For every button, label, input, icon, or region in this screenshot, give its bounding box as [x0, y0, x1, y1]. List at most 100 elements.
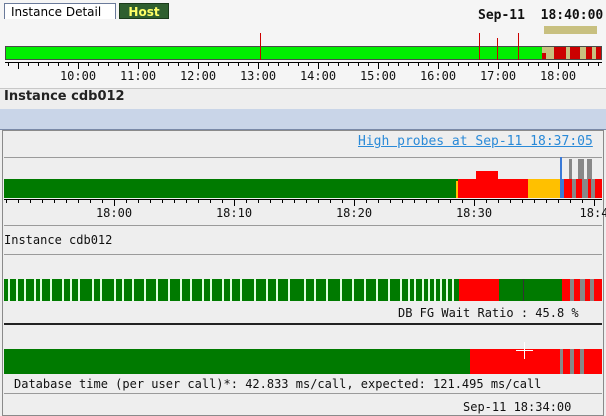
idle-gap — [452, 279, 454, 301]
axis-tick — [568, 62, 569, 66]
overview-timestamp: Sep-11 18:40:00 — [478, 8, 604, 23]
high-probes-link[interactable]: High probes at Sep-11 18:37:05 — [358, 134, 593, 149]
critical-segment — [459, 279, 499, 301]
alert-segment — [570, 47, 580, 59]
axis-tick — [228, 62, 229, 66]
no-data-spike — [569, 159, 572, 179]
axis-tick — [388, 62, 389, 66]
axis-tick — [546, 199, 547, 203]
axis-tick — [378, 62, 379, 69]
selected-window-highlight — [544, 26, 597, 34]
activity-bar[interactable] — [4, 279, 602, 301]
alert-segment — [542, 53, 546, 59]
alert-segment — [586, 47, 592, 59]
axis-tick — [28, 62, 29, 66]
axis-tick — [558, 62, 559, 69]
detail-status-bar[interactable] — [4, 179, 602, 198]
axis-tick — [308, 62, 309, 66]
db-time-label: Database time (per user call)*: 42.833 m… — [14, 377, 542, 391]
axis-tick — [54, 199, 55, 203]
axis-tick — [222, 199, 223, 203]
idle-gap — [16, 279, 18, 301]
tab-bar — [0, 109, 606, 130]
axis-tick — [548, 62, 549, 66]
idle-gap — [428, 279, 430, 301]
idle-gap — [288, 279, 290, 301]
no-data-segment — [580, 279, 585, 301]
axis-tick — [66, 199, 67, 203]
idle-gap — [326, 279, 328, 301]
idle-gap — [276, 279, 278, 301]
idle-gap — [422, 279, 424, 301]
idle-gap — [50, 279, 52, 301]
idle-gap — [210, 279, 212, 301]
critical-segment — [458, 179, 530, 198]
axis-tick — [458, 62, 459, 66]
idle-gap — [222, 279, 224, 301]
critical-peak — [476, 171, 498, 179]
axis-tick-label: 18:30 — [455, 206, 493, 220]
axis-tick — [318, 62, 319, 69]
overview-status-strip[interactable] — [5, 46, 602, 60]
axis-tick — [18, 199, 19, 203]
crosshair-cursor-icon — [524, 342, 525, 359]
idle-gap — [376, 279, 378, 301]
axis-tick — [358, 62, 359, 66]
divider — [4, 323, 602, 325]
idle-gap — [446, 279, 448, 301]
axis-tick — [348, 62, 349, 66]
db-time-bar[interactable] — [4, 349, 602, 374]
no-data-segment — [580, 349, 584, 374]
axis-tick — [578, 62, 579, 66]
idle-gap — [168, 279, 170, 301]
axis-tick-label: 18:4 — [579, 206, 606, 220]
idle-gap — [364, 279, 366, 301]
axis-tick — [38, 62, 39, 66]
idle-gap — [340, 279, 342, 301]
axis-tick — [248, 62, 249, 66]
warn-segment — [528, 179, 560, 198]
alert-segment — [596, 47, 601, 59]
axis-tick — [450, 199, 451, 203]
idle-gap — [144, 279, 146, 301]
axis-tick — [278, 62, 279, 66]
axis-tick — [126, 199, 127, 203]
axis-tick — [188, 62, 189, 66]
axis-tick — [258, 199, 259, 203]
axis-tick-label: 11:00 — [119, 69, 157, 83]
idle-gap — [388, 279, 390, 301]
axis-tick — [18, 62, 19, 69]
axis-tick — [474, 199, 475, 206]
axis-tick — [378, 199, 379, 203]
axis-tick — [368, 62, 369, 66]
no-data-segment — [570, 279, 574, 301]
axis-tick — [88, 62, 89, 66]
cursor-line — [523, 279, 524, 301]
alert-spike — [518, 33, 519, 60]
axis-tick — [328, 62, 329, 66]
axis-tick — [234, 199, 235, 206]
axis-tick-label: 18:20 — [335, 206, 373, 220]
axis-tick — [48, 62, 49, 66]
axis-tick-label: 18:00 — [95, 206, 133, 220]
idle-gap — [114, 279, 116, 301]
axis-tick — [518, 62, 519, 66]
no-data-segment — [582, 179, 588, 198]
axis-tick — [42, 199, 43, 203]
axis-tick — [210, 199, 211, 203]
tab-host[interactable]: Host — [119, 3, 169, 19]
axis-tick — [486, 199, 487, 203]
axis-tick — [508, 62, 509, 66]
no-data-segment — [560, 349, 563, 374]
axis-tick — [598, 62, 599, 66]
axis-tick — [426, 199, 427, 203]
axis-tick — [118, 62, 119, 66]
tab-instance-detail[interactable]: Instance Detail — [4, 3, 116, 19]
axis-tick — [390, 199, 391, 203]
idle-gap — [190, 279, 192, 301]
axis-tick — [522, 199, 523, 203]
axis-tick — [338, 62, 339, 66]
axis-tick-label: 16:00 — [419, 69, 457, 83]
idle-gap — [132, 279, 134, 301]
axis-tick — [488, 62, 489, 66]
